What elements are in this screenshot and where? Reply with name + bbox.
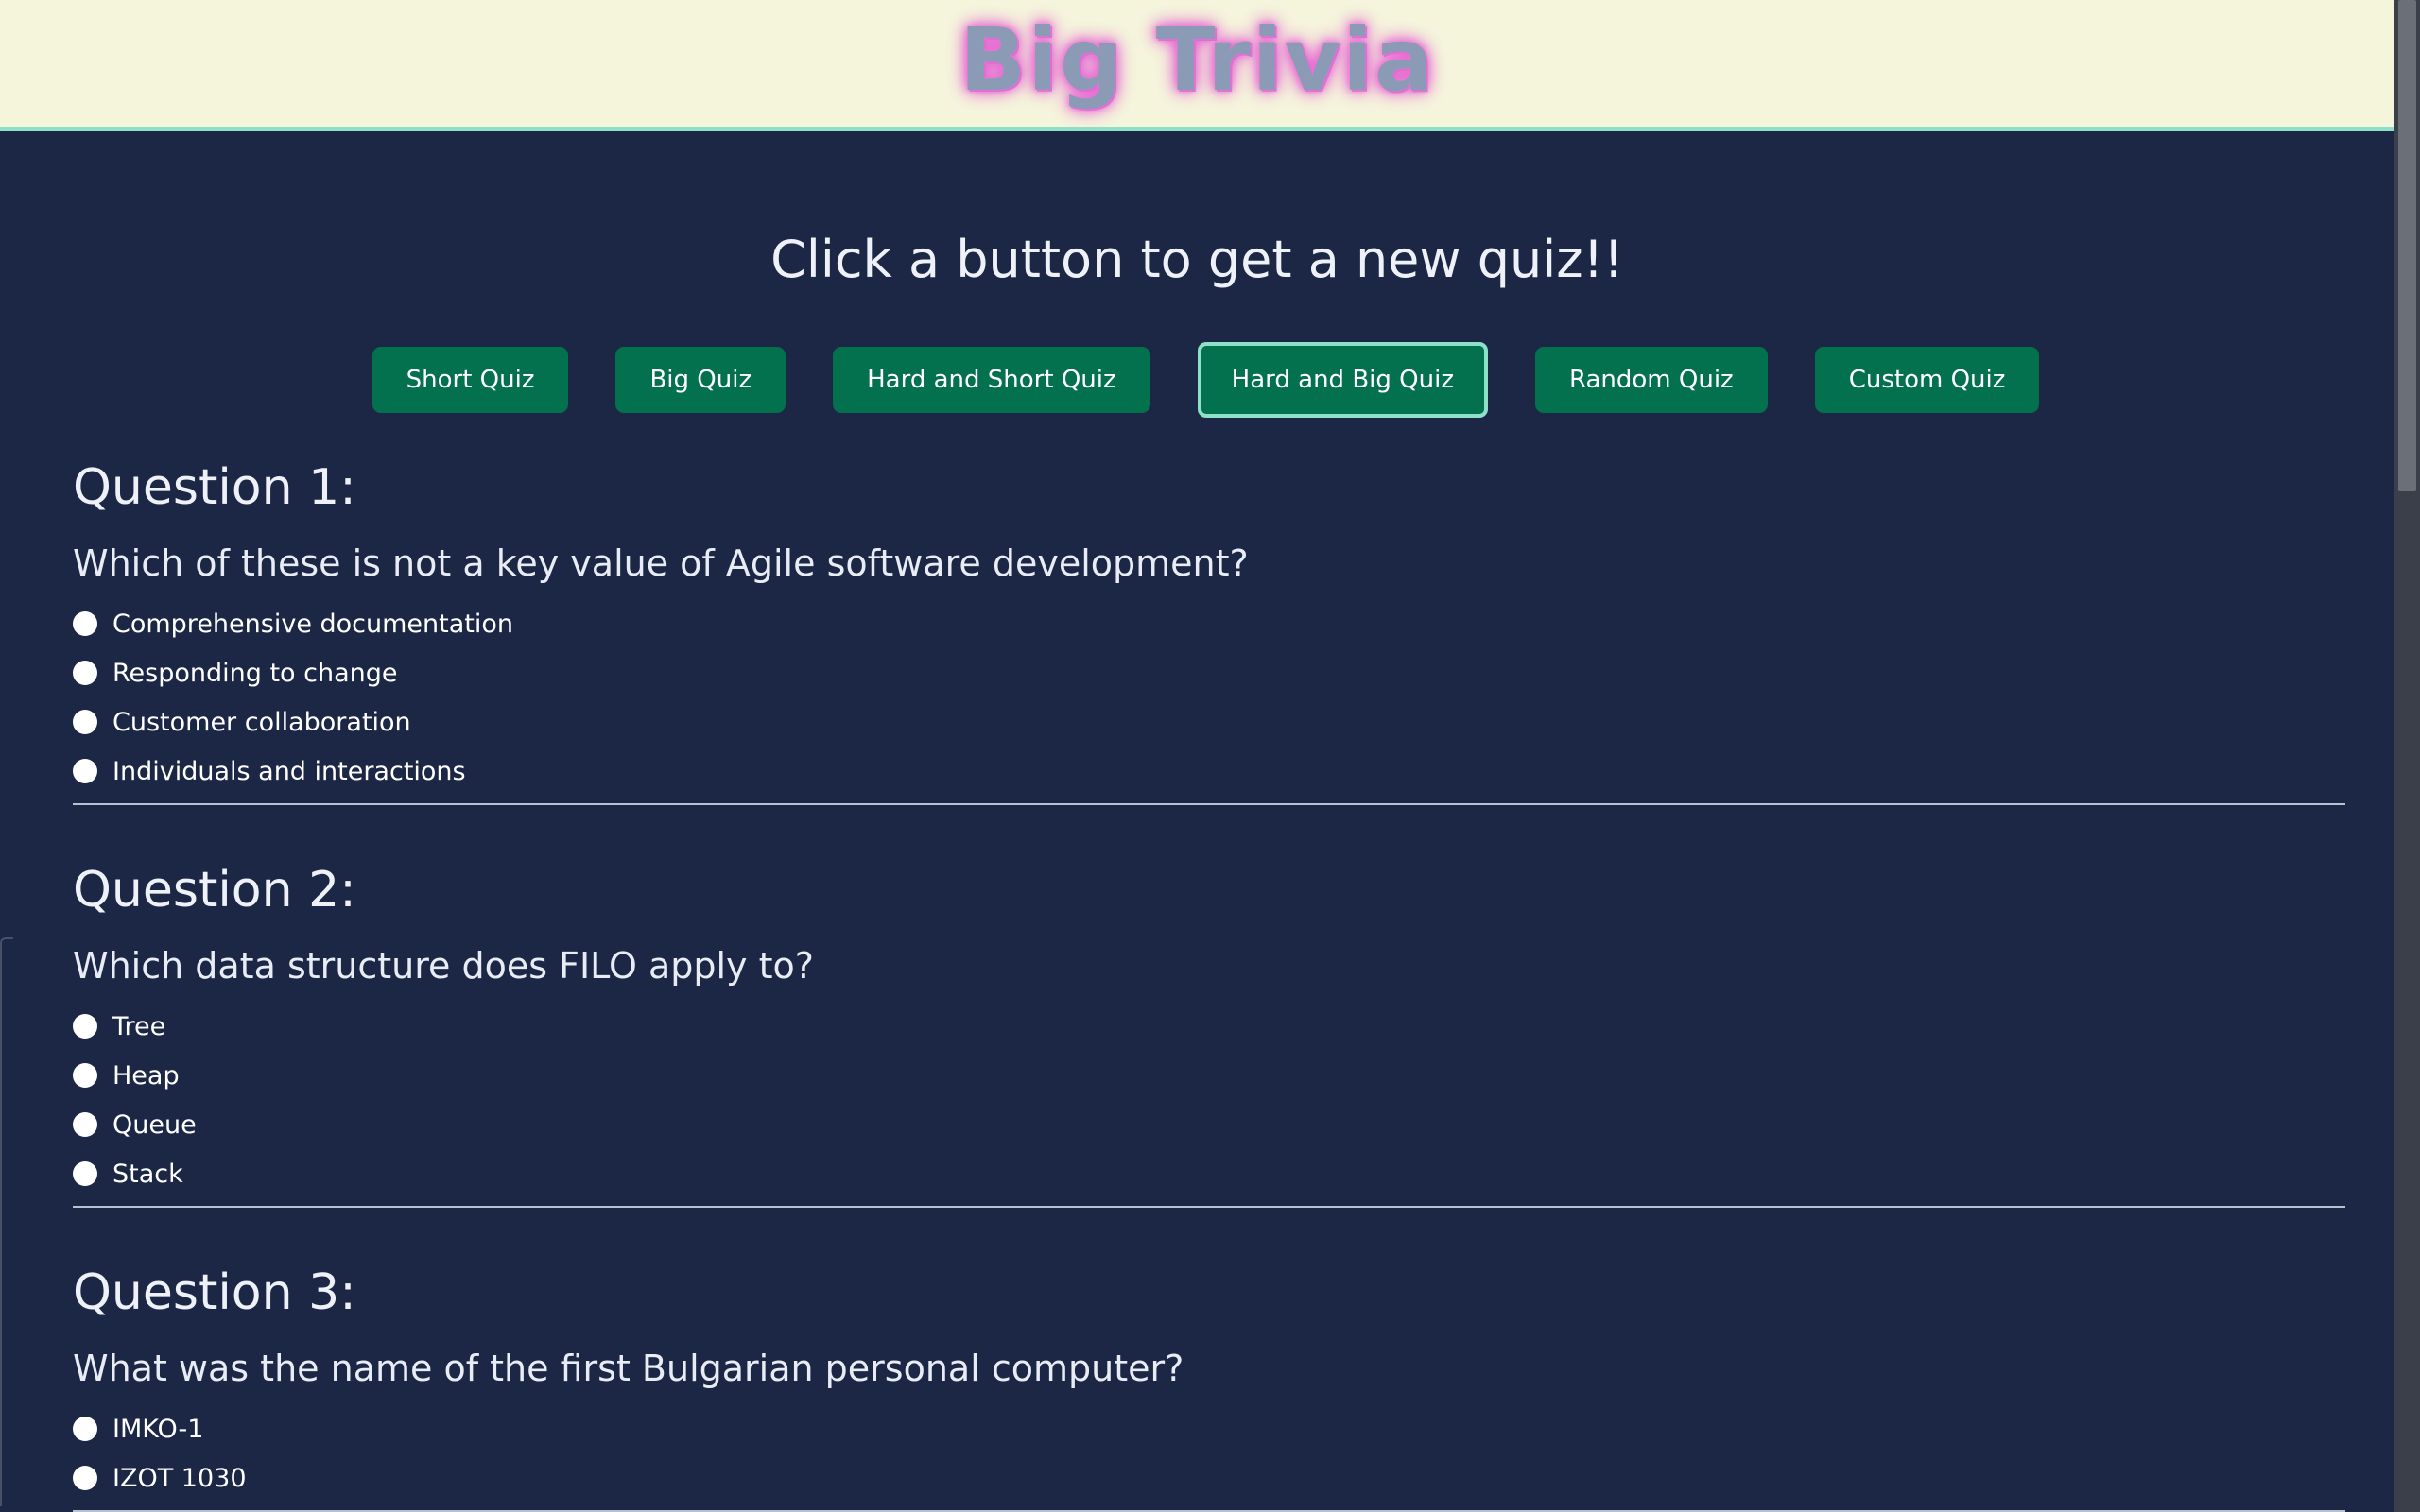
question-block: Question 3: What was the name of the fir…: [73, 1263, 2345, 1512]
answer-option[interactable]: Stack: [73, 1149, 2345, 1198]
vertical-scrollbar[interactable]: [2394, 0, 2420, 1512]
question-title: Question 1:: [73, 459, 356, 516]
radio-button[interactable]: [73, 710, 97, 734]
big-quiz-button[interactable]: Big Quiz: [615, 347, 786, 413]
answer-label[interactable]: Individuals and interactions: [112, 757, 466, 786]
question-block: Question 2: Which data structure does FI…: [73, 860, 2345, 1208]
answer-option[interactable]: Customer collaboration: [73, 697, 2345, 747]
radio-button[interactable]: [73, 611, 97, 636]
quiz-button-row: Short Quiz Big Quiz Hard and Short Quiz …: [0, 342, 2394, 418]
answer-option[interactable]: Tree: [73, 1002, 2345, 1051]
answer-label[interactable]: Responding to change: [112, 659, 398, 688]
question-block: Question 1: Which of these is not a key …: [73, 457, 2345, 805]
answer-option[interactable]: IMKO-1: [73, 1404, 2345, 1453]
question-title: Question 3:: [73, 1264, 356, 1321]
site-header: Big Trivia: [0, 0, 2394, 131]
question-text: Which of these is not a key value of Agi…: [73, 542, 1249, 584]
radio-button[interactable]: [73, 1063, 97, 1088]
scrollbar-thumb[interactable]: [2398, 0, 2416, 491]
main-content: Click a button to get a new quiz!! Short…: [0, 131, 2394, 1512]
radio-button[interactable]: [73, 1417, 97, 1441]
radio-button[interactable]: [73, 1161, 97, 1186]
answer-label[interactable]: Tree: [112, 1012, 165, 1041]
answer-label[interactable]: Customer collaboration: [112, 708, 411, 737]
radio-button[interactable]: [73, 1112, 97, 1137]
answer-label[interactable]: Comprehensive documentation: [112, 610, 513, 639]
answer-option[interactable]: IZOT 1030: [73, 1453, 2345, 1503]
hard-big-quiz-button[interactable]: Hard and Big Quiz: [1197, 342, 1488, 418]
answer-option[interactable]: Heap: [73, 1051, 2345, 1100]
random-quiz-button[interactable]: Random Quiz: [1534, 347, 1768, 413]
question-title: Question 2:: [73, 862, 356, 919]
answer-label[interactable]: Stack: [112, 1160, 183, 1189]
radio-button[interactable]: [73, 1014, 97, 1039]
site-logo: Big Trivia: [959, 9, 1435, 111]
quiz-prompt: Click a button to get a new quiz!!: [770, 230, 1624, 289]
question-text: What was the name of the first Bulgarian…: [73, 1348, 1184, 1389]
answer-label[interactable]: IZOT 1030: [112, 1464, 247, 1493]
side-panel-edge: [0, 937, 13, 1506]
question-list: Question 1: Which of these is not a key …: [73, 457, 2345, 1512]
radio-button[interactable]: [73, 1466, 97, 1490]
radio-button[interactable]: [73, 661, 97, 685]
radio-button[interactable]: [73, 759, 97, 783]
hard-short-quiz-button[interactable]: Hard and Short Quiz: [833, 347, 1150, 413]
answer-label[interactable]: Queue: [112, 1110, 197, 1140]
answer-option[interactable]: Comprehensive documentation: [73, 599, 2345, 648]
short-quiz-button[interactable]: Short Quiz: [372, 347, 569, 413]
answer-label[interactable]: IMKO-1: [112, 1415, 203, 1444]
question-text: Which data structure does FILO apply to?: [73, 945, 814, 987]
answer-option[interactable]: Responding to change: [73, 648, 2345, 697]
custom-quiz-button[interactable]: Custom Quiz: [1814, 347, 2040, 413]
answer-label[interactable]: Heap: [112, 1061, 180, 1091]
page: Big Trivia Click a button to get a new q…: [0, 0, 2420, 1512]
answer-option[interactable]: Queue: [73, 1100, 2345, 1149]
answer-option[interactable]: Individuals and interactions: [73, 747, 2345, 796]
